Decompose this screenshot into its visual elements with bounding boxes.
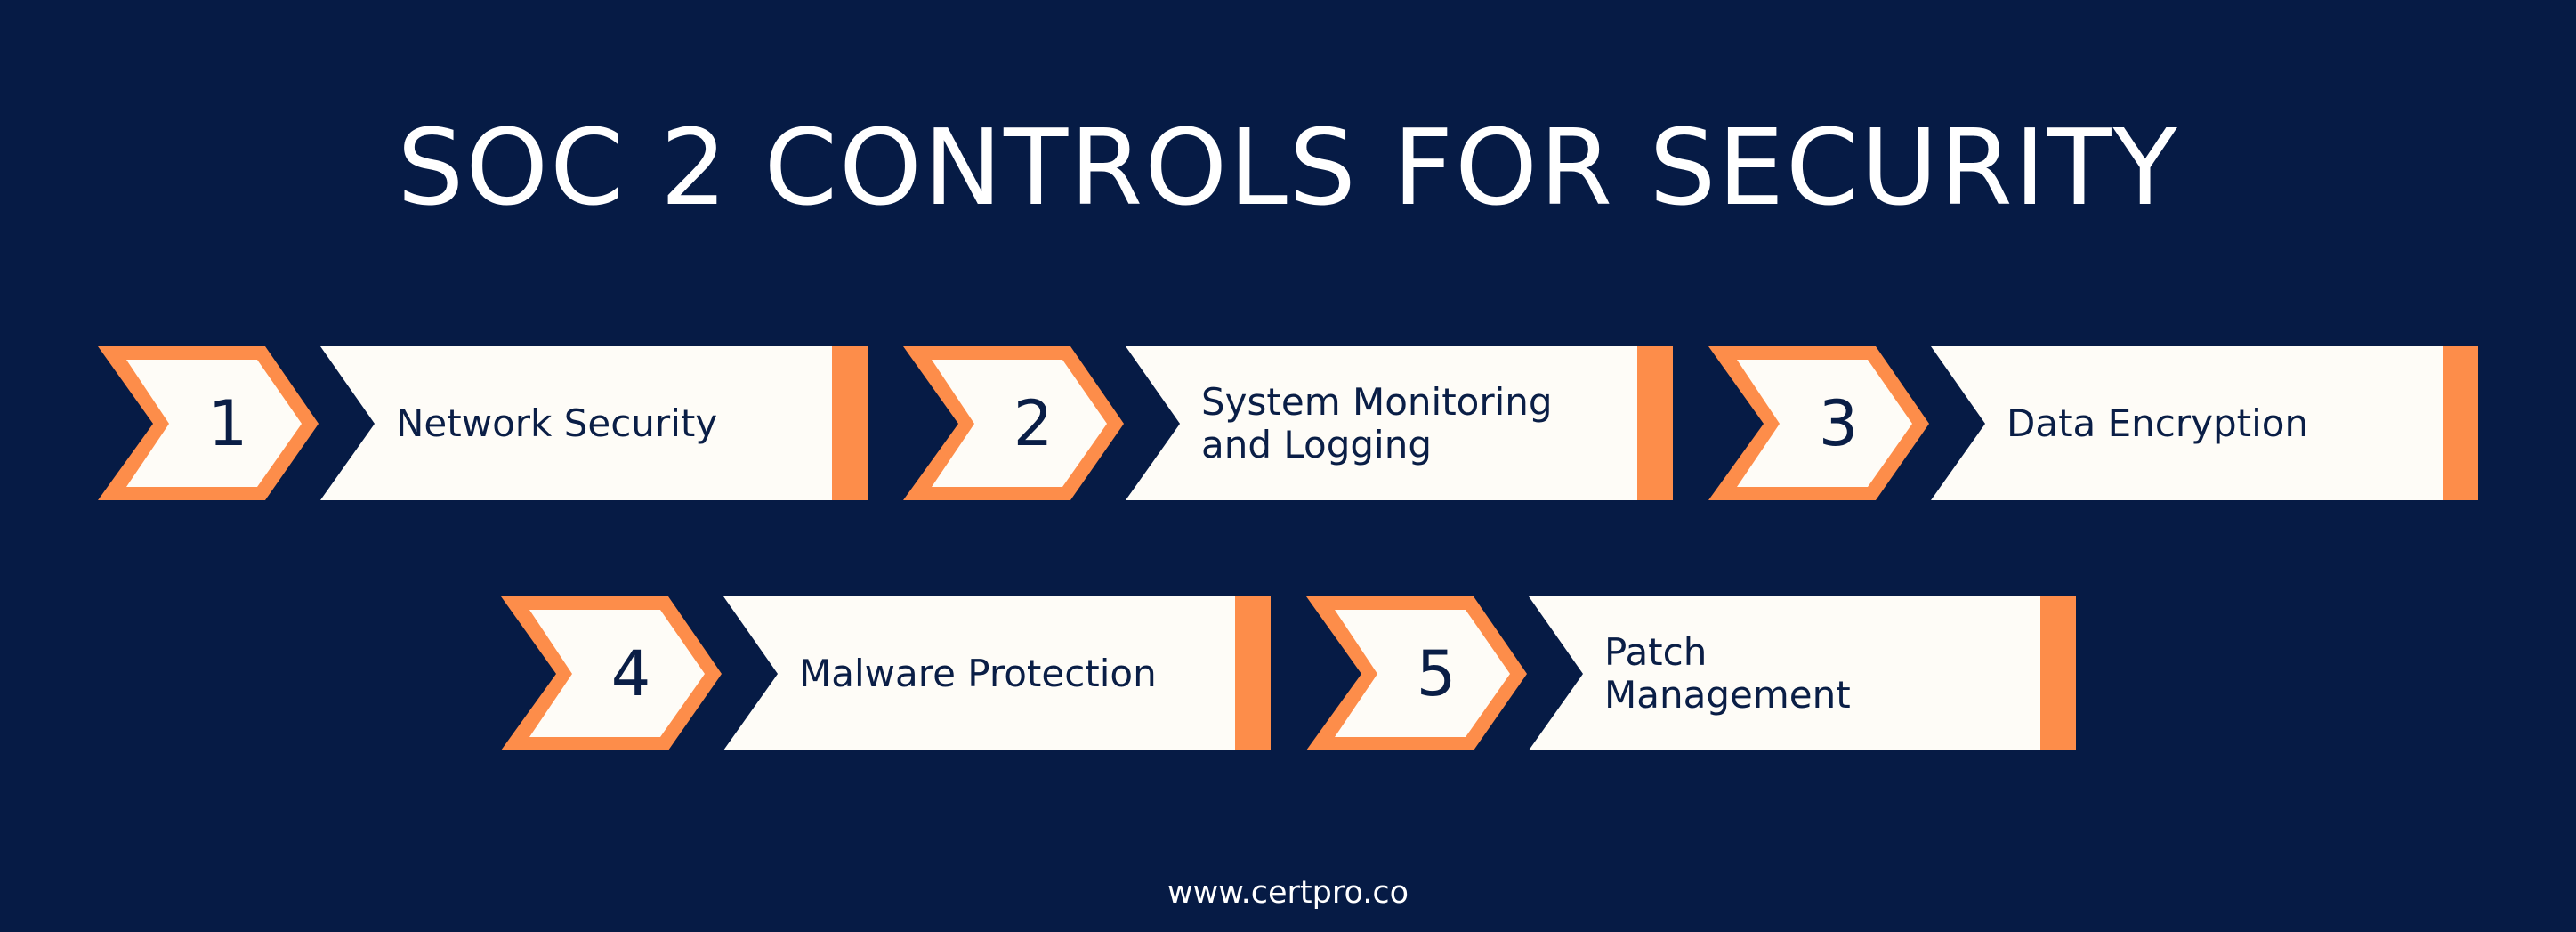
website-url: www.certpro.co [1167,875,1409,911]
page-title: SOC 2 CONTROLS FOR SECURITY [397,106,2179,229]
step-number: 5 [1416,636,1457,710]
step-label: System Monitoring and Logging [1201,379,1553,466]
step-number: 1 [207,386,248,460]
accent-bar [2443,346,2478,500]
accent-bar [832,346,868,500]
step-label: Data Encryption [2007,401,2309,445]
step-card: 4 Malware Protection [501,596,1271,750]
step-label: Malware Protection [799,651,1157,695]
accent-bar [2040,596,2076,750]
step-card: 5 Patch Management [1306,596,2076,750]
step-label: Network Security [396,401,718,445]
step-card: 2 System Monitoring and Logging [903,346,1673,500]
step-card: 1 Network Security [98,346,868,500]
step-number: 3 [1818,386,1859,460]
step-number: 2 [1013,386,1054,460]
step-card: 3 Data Encryption [1708,346,2478,500]
accent-bar [1637,346,1673,500]
step-label: Patch Management [1604,629,1851,717]
step-number: 4 [610,636,651,710]
accent-bar [1235,596,1271,750]
